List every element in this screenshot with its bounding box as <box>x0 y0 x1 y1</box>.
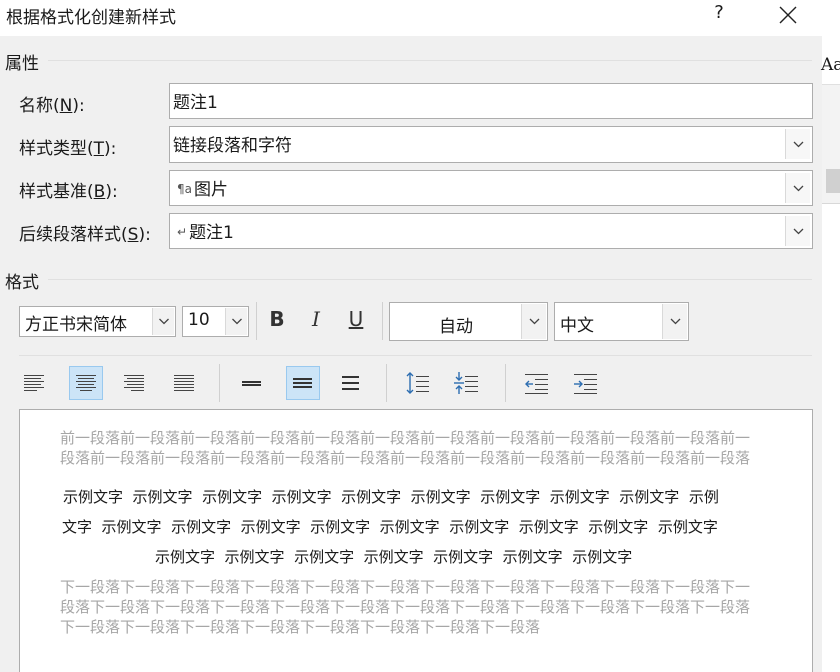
script-dropdown[interactable] <box>662 304 687 339</box>
script-value: 中文 <box>560 316 594 336</box>
toolbar-separator <box>256 302 257 340</box>
font-color-value: 自动 <box>439 317 473 337</box>
name-label: 名称(N): <box>19 91 85 116</box>
italic-button[interactable]: I <box>304 307 328 335</box>
font-size-select[interactable]: 10 <box>182 306 249 337</box>
next-style-dropdown[interactable] <box>785 216 810 246</box>
chevron-down-icon <box>670 318 681 325</box>
align-left-icon <box>24 375 44 391</box>
next-style-label-accesskey: S <box>127 225 139 245</box>
toolbar-separator <box>382 302 383 340</box>
format-divider <box>48 279 812 280</box>
underline-button[interactable]: U <box>344 307 368 335</box>
return-mark-icon: ↵ <box>177 225 188 239</box>
format-toolbar-divider <box>19 355 812 356</box>
font-name-value: 方正书宋简体 <box>25 315 127 335</box>
close-button[interactable] <box>776 2 800 28</box>
chevron-down-icon <box>529 318 540 325</box>
align-right-icon <box>124 375 144 391</box>
next-style-value: 题注1 <box>189 223 234 243</box>
toolbar-separator <box>505 364 506 402</box>
decrease-paragraph-spacing-icon <box>454 372 478 394</box>
align-right-button[interactable] <box>117 366 151 400</box>
style-type-label-suffix: ): <box>104 139 117 159</box>
script-select[interactable]: 中文 <box>554 302 689 341</box>
chevron-down-icon <box>159 318 169 325</box>
preview-previous-paragraph: 前一段落前一段落前一段落前一段落前一段落前一段落前一段落前一段落前一段落前一段落… <box>60 429 751 467</box>
preview-sample-line-3: 示例文字 示例文字 示例文字 示例文字 示例文字 示例文字 示例文字 <box>155 548 633 566</box>
increase-paragraph-spacing-icon <box>406 372 429 394</box>
single-spacing-icon <box>242 381 261 386</box>
bold-button[interactable]: B <box>265 307 289 335</box>
chevron-down-icon <box>793 228 804 235</box>
preview-sample-line-1: 示例文字 示例文字 示例文字 示例文字 示例文字 示例文字 示例文字 示例文字 … <box>63 488 719 506</box>
align-center-button[interactable] <box>69 366 103 400</box>
name-label-accesskey: N <box>59 96 73 116</box>
style-base-label-suffix: ): <box>105 182 118 202</box>
next-style-select[interactable]: ↵ 题注1 <box>169 213 813 249</box>
toolbar-separator <box>386 364 387 402</box>
decrease-indent-button[interactable] <box>520 366 554 400</box>
dialog-title: 根据格式化创建新样式 <box>6 8 176 28</box>
one-half-spacing-icon <box>293 378 312 388</box>
properties-section-label: 属性 <box>5 54 39 74</box>
dialog-titlebar: 根据格式化创建新样式 ? <box>0 0 822 36</box>
one-half-spacing-button[interactable] <box>286 366 320 400</box>
style-base-label-accesskey: B <box>93 182 106 202</box>
preview-sample-line-2: 文字 示例文字 示例文字 示例文字 示例文字 示例文字 示例文字 示例文字 示例… <box>62 518 718 536</box>
font-color-dropdown[interactable] <box>521 304 546 339</box>
double-spacing-button[interactable] <box>334 366 368 400</box>
paragraph-style-icon: ¶a <box>177 182 192 196</box>
font-color-select[interactable]: 自动 <box>389 302 548 341</box>
style-type-dropdown[interactable] <box>785 129 810 159</box>
font-name-dropdown[interactable] <box>152 308 174 335</box>
style-base-label-text: 样式基准( <box>19 182 94 202</box>
double-spacing-icon <box>342 376 359 390</box>
chevron-down-icon <box>232 318 242 325</box>
format-section-label: 格式 <box>5 273 39 293</box>
next-style-label: 后续段落样式(S): <box>19 220 151 245</box>
style-type-label: 样式类型(T): <box>19 134 116 159</box>
background-scroll-thumb <box>826 169 840 193</box>
align-left-button[interactable] <box>17 366 51 400</box>
style-preview-pane: 前一段落前一段落前一段落前一段落前一段落前一段落前一段落前一段落前一段落前一段落… <box>19 409 813 672</box>
close-icon <box>779 6 797 24</box>
style-base-value: 图片 <box>194 180 228 200</box>
help-button[interactable]: ? <box>709 2 729 28</box>
next-style-label-text: 后续段落样式( <box>19 225 128 245</box>
style-base-dropdown[interactable] <box>785 173 810 203</box>
toolbar-separator <box>219 364 220 402</box>
style-base-select[interactable]: ¶a 图片 <box>169 170 813 206</box>
style-type-label-accesskey: T <box>93 139 105 159</box>
name-field-value: 题注1 <box>173 93 218 113</box>
justify-button[interactable] <box>167 366 201 400</box>
style-type-select[interactable]: 链接段落和字符 <box>169 126 813 163</box>
increase-indent-button[interactable] <box>569 366 603 400</box>
font-size-value: 10 <box>188 310 210 330</box>
font-name-select[interactable]: 方正书宋简体 <box>19 306 176 337</box>
properties-divider <box>48 60 812 61</box>
space-before-button[interactable] <box>400 366 434 400</box>
style-base-label: 样式基准(B): <box>19 177 118 202</box>
background-style-preview: Aa <box>821 55 840 75</box>
align-center-icon <box>76 375 96 391</box>
name-field[interactable]: 题注1 <box>169 83 813 119</box>
chevron-down-icon <box>793 141 804 148</box>
font-size-dropdown[interactable] <box>225 308 247 335</box>
space-after-button[interactable] <box>449 366 483 400</box>
single-spacing-button[interactable] <box>234 366 268 400</box>
justify-icon <box>174 375 194 391</box>
decrease-indent-icon <box>525 374 548 394</box>
chevron-down-icon <box>793 185 804 192</box>
name-label-suffix: ): <box>72 96 85 116</box>
style-type-value: 链接段落和字符 <box>173 136 292 156</box>
preview-next-paragraph: 下一段落下一段落下一段落下一段落下一段落下一段落下一段落下一段落下一段落下一段落… <box>60 578 751 636</box>
style-type-label-text: 样式类型( <box>19 139 94 159</box>
increase-indent-icon <box>574 374 597 394</box>
name-label-text: 名称( <box>19 96 60 116</box>
next-style-label-suffix: ): <box>138 225 151 245</box>
